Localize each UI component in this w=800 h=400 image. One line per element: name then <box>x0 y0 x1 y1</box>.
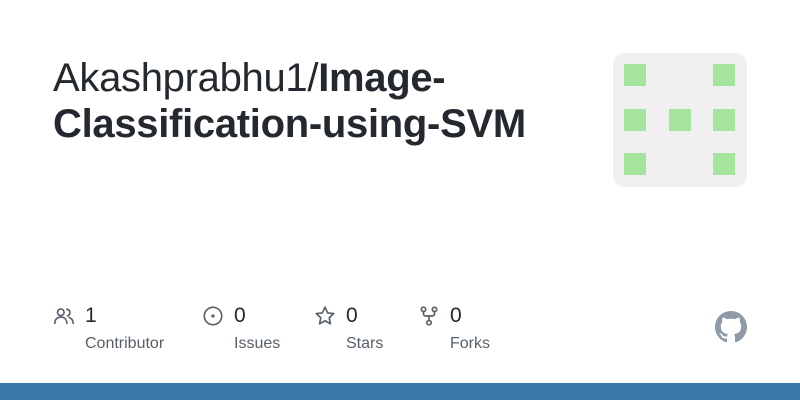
identicon-cell <box>624 153 646 175</box>
identicon-cell <box>624 109 646 131</box>
stars-label: Stars <box>346 335 384 352</box>
issues-label: Issues <box>234 335 281 352</box>
people-icon <box>53 305 75 327</box>
star-icon <box>314 305 336 327</box>
forks-label: Forks <box>450 335 490 352</box>
github-mark-icon <box>715 311 747 343</box>
issues-count: 0 <box>234 304 246 327</box>
repo-owner: Akashprabhu1/ <box>53 56 319 100</box>
identicon-cell <box>669 109 691 131</box>
identicon-cell <box>713 153 735 175</box>
identicon-cell <box>713 109 735 131</box>
repo-forked-icon <box>418 305 440 327</box>
repo-name-part1: Image- <box>318 56 446 100</box>
contributors-label: Contributor <box>85 335 165 352</box>
identicon-cell <box>624 64 646 86</box>
identicon-cell <box>713 64 735 86</box>
repo-name-part2: Classification-using-SVM <box>53 102 526 146</box>
repo-title: Akashprabhu1/Image- Classification-using-… <box>53 55 583 147</box>
forks-count: 0 <box>450 304 462 327</box>
issue-opened-icon <box>202 305 224 327</box>
contributors-count: 1 <box>85 304 97 327</box>
footer-accent-bar <box>0 383 800 400</box>
owner-avatar-identicon <box>613 53 747 187</box>
stars-count: 0 <box>346 304 358 327</box>
